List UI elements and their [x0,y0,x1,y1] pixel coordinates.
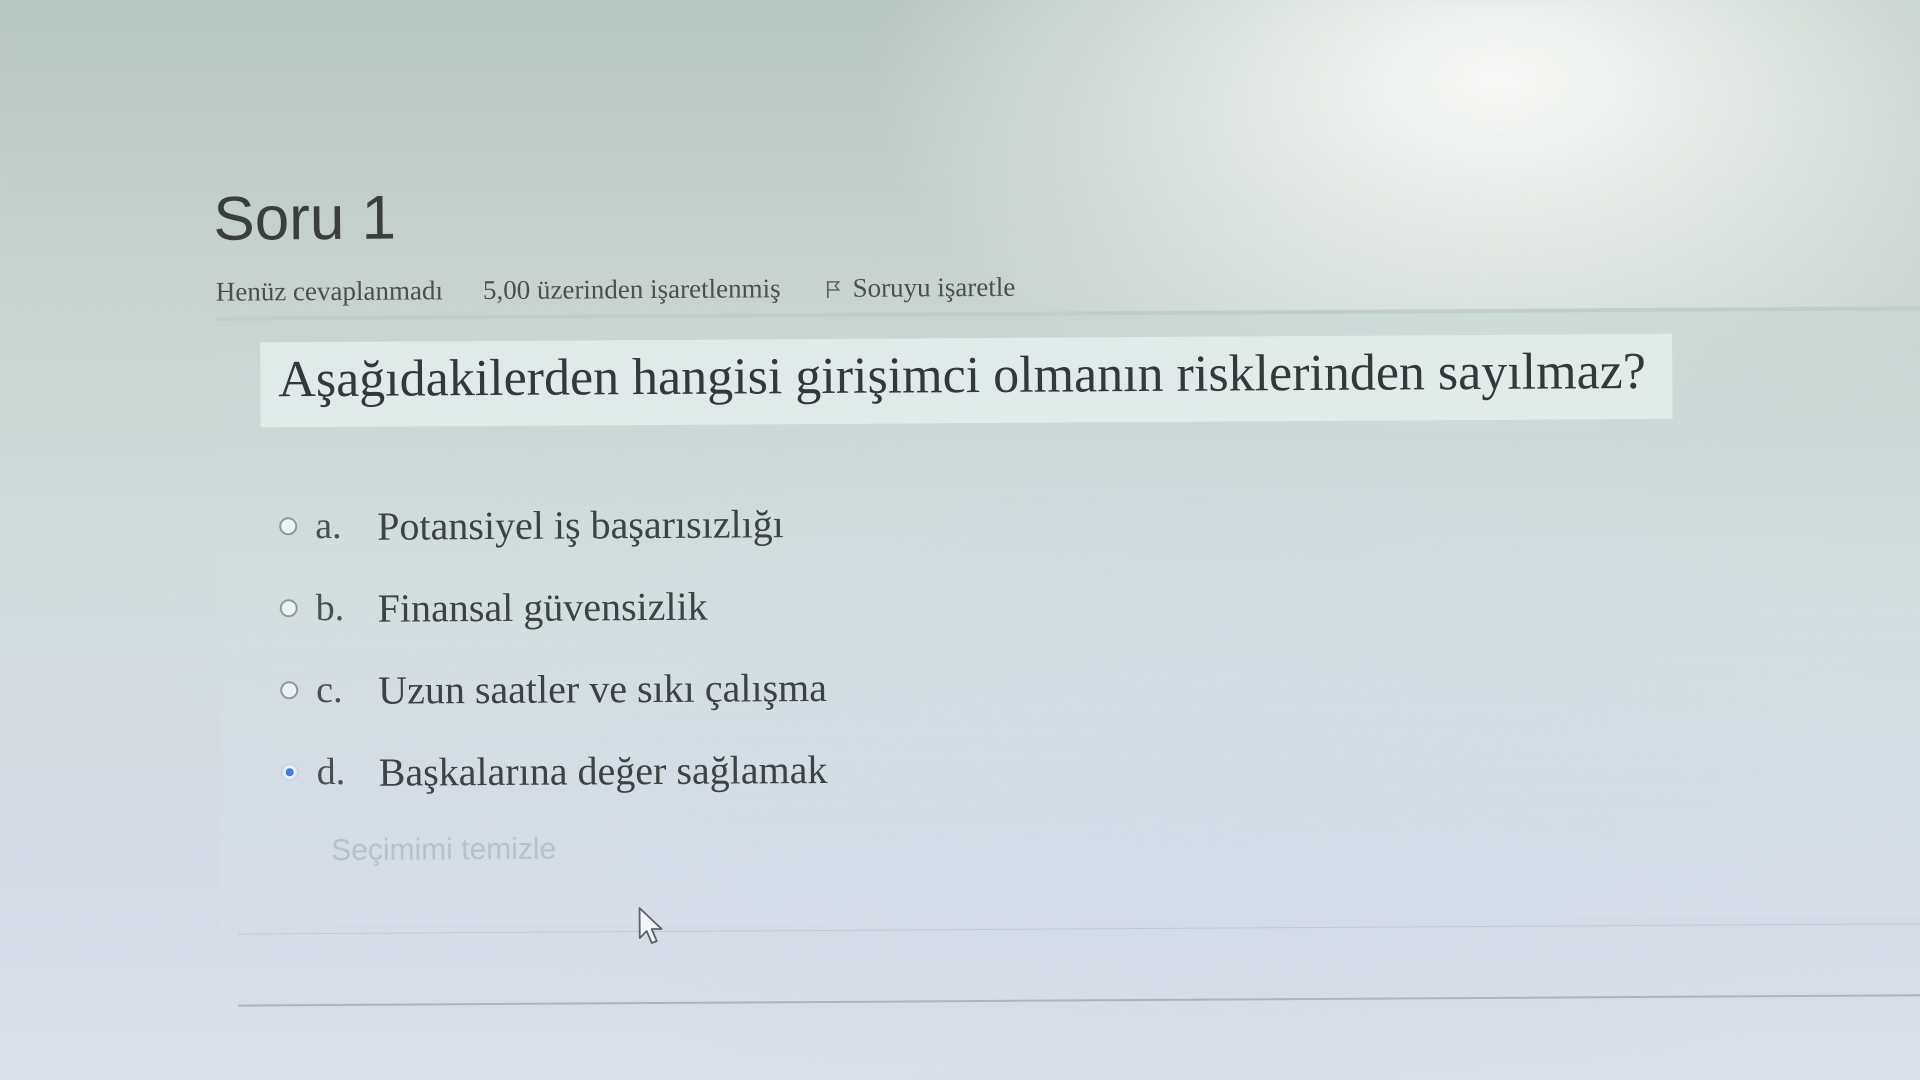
radio-button-a[interactable] [279,517,298,536]
mouse-pointer-icon [638,907,663,944]
question-text-box: Aşağıdakilerden hangisi girişimci olmanı… [260,333,1673,428]
answer-options: a. Potansiyel iş başarısızlığı b. Finans… [279,495,828,826]
flag-question-link[interactable]: Soruyu işaretle [824,272,1015,304]
flag-icon [826,280,841,298]
answer-letter: a. [315,504,342,548]
flag-question-label: Soruyu işaretle [852,271,1016,303]
question-number-title: Soru 1 [213,183,397,254]
question-info: Henüz cevaplanmadı 5,00 üzerinden işaret… [216,272,1016,308]
answer-text: Potansiyel iş başarısızlığı [377,500,784,549]
answer-text: Başkalarına değer sağlamak [378,746,828,795]
answer-option-d[interactable]: d. Başkalarına değer sağlamak [280,741,828,800]
answer-option-b[interactable]: b. Finansal güvensizlik [279,577,827,636]
answer-text: Uzun saatler ve sıkı çalışma [378,664,828,713]
quiz-page: Soru 1 Henüz cevaplanmadı 5,00 üzerinden… [0,0,1920,1080]
radio-button-d[interactable] [280,763,299,782]
answer-letter: b. [315,586,345,630]
answer-letter: c. [316,668,343,712]
footer-divider [238,994,1920,1007]
answer-option-a[interactable]: a. Potansiyel iş başarısızlığı [279,495,826,554]
question-marks: 5,00 üzerinden işaretlenmiş [482,273,781,306]
answer-letter: d. [316,750,346,794]
answer-text: Finansal güvensizlik [377,583,708,631]
question-status: Henüz cevaplanmadı [215,275,444,307]
answer-option-c[interactable]: c. Uzun saatler ve sıkı çalışma [280,659,827,718]
radio-button-b[interactable] [279,599,298,618]
question-text: Aşağıdakilerden hangisi girişimci olmanı… [278,342,1647,409]
clear-choice-link[interactable]: Seçimimi temizle [331,833,556,868]
radio-button-c[interactable] [280,681,299,700]
